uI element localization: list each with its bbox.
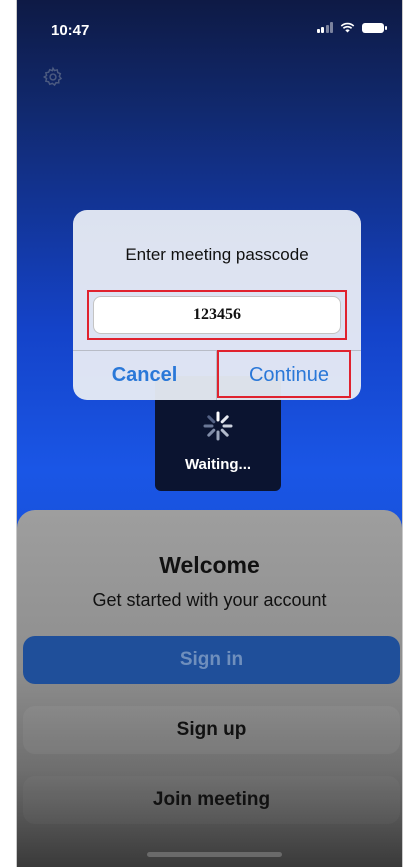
home-indicator[interactable]: [147, 852, 282, 857]
phone-screen: 10:47 Waiting... Welcome Get started wit…: [16, 0, 403, 867]
passcode-input[interactable]: [93, 296, 341, 334]
status-time: 10:47: [51, 22, 90, 39]
dialog-title: Enter meeting passcode: [125, 245, 309, 264]
sign-in-button[interactable]: Sign in: [23, 636, 400, 684]
cancel-button[interactable]: Cancel: [73, 351, 216, 400]
sign-up-button[interactable]: Sign up: [23, 706, 400, 754]
passcode-dialog: Enter meeting passcode Cancel Continue: [73, 210, 361, 400]
battery-icon: [362, 22, 387, 33]
status-icons: [316, 22, 387, 33]
signal-icon: [316, 22, 333, 33]
gear-icon[interactable]: [42, 66, 64, 88]
loading-spinner-icon: [203, 411, 233, 441]
join-meeting-button[interactable]: Join meeting: [23, 776, 400, 824]
passcode-highlight: [87, 290, 347, 340]
welcome-subtitle: Get started with your account: [92, 590, 327, 610]
welcome-sheet: Welcome Get started with your account Si…: [17, 510, 402, 867]
waiting-label: Waiting...: [184, 456, 252, 473]
wifi-icon: [340, 22, 355, 33]
welcome-title: Welcome: [159, 552, 260, 578]
continue-button[interactable]: Continue: [217, 351, 361, 400]
